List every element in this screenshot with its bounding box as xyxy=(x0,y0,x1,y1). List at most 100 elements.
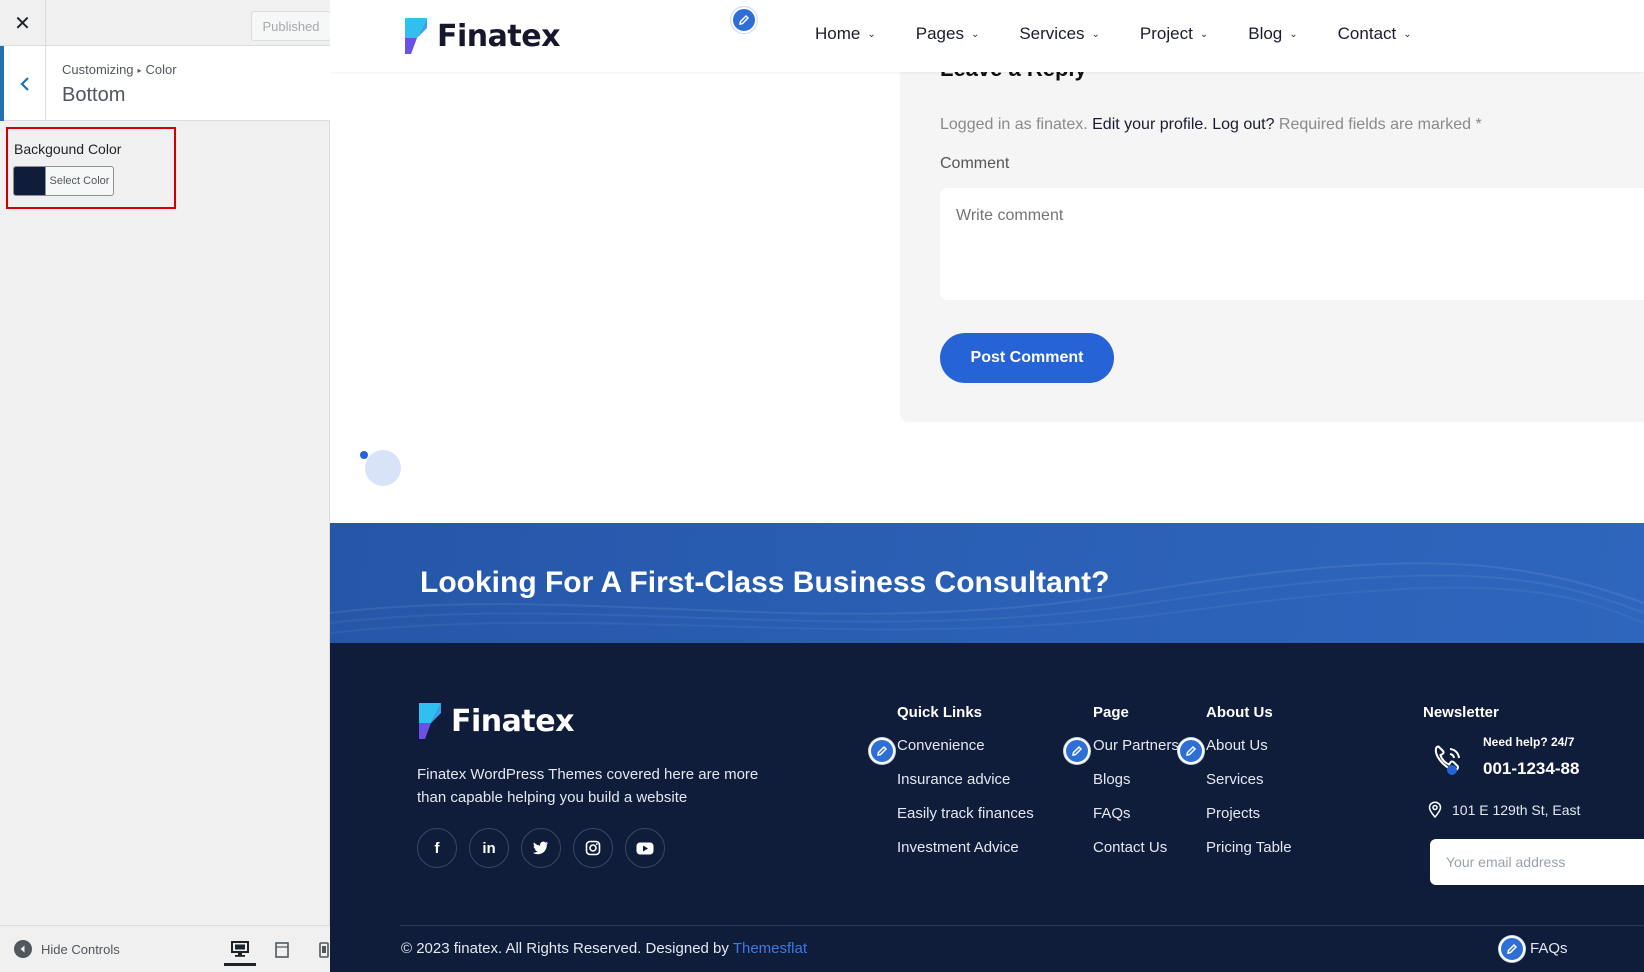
chevron-down-icon: ⌄ xyxy=(1403,28,1412,40)
footer-link[interactable]: Investment Advice xyxy=(897,839,1034,873)
youtube-icon[interactable] xyxy=(625,828,665,868)
breadcrumb-root: Customizing xyxy=(62,62,134,77)
chevron-down-icon: ⌄ xyxy=(1289,28,1298,40)
quick-links-column: Quick Links Convenience Insurance advice… xyxy=(897,704,1034,873)
nav-label: Services xyxy=(1019,24,1085,43)
address-text: 101 E 129th St, East xyxy=(1452,801,1581,818)
loader-indicator xyxy=(365,450,401,486)
footer-link[interactable]: About Us xyxy=(1206,737,1292,771)
required-note: Required fields are marked * xyxy=(1278,116,1482,133)
site-logo[interactable]: Finatex xyxy=(403,16,560,56)
footer-link[interactable]: Pricing Table xyxy=(1206,839,1292,873)
nav-label: Contact xyxy=(1337,24,1397,43)
column-title: Newsletter xyxy=(1423,704,1499,721)
address: 101 E 129th St, East xyxy=(1428,801,1580,818)
column-title: Quick Links xyxy=(897,704,983,721)
nav-item-pages[interactable]: Pages ⌄ xyxy=(916,24,980,44)
edit-profile-link[interactable]: Edit your profile. xyxy=(1092,116,1208,133)
edit-pencil-icon[interactable] xyxy=(731,7,757,33)
nav-item-home[interactable]: Home ⌄ xyxy=(815,24,876,44)
chevron-down-icon: ⌄ xyxy=(970,28,980,40)
nav-item-project[interactable]: Project ⌄ xyxy=(1140,24,1208,44)
logged-in-text: Logged in as finatex. xyxy=(940,116,1088,133)
social-links: f in xyxy=(417,828,677,868)
main-menu: Home ⌄ Pages ⌄ Services ⌄ Project ⌄ Blog ⌄ Co… xyxy=(815,24,1452,44)
chevron-down-icon: ⌄ xyxy=(867,28,876,40)
section-header: Customizing ▸ Color Bottom xyxy=(0,46,330,121)
footer-link[interactable]: Insurance advice xyxy=(897,771,1034,805)
edit-pencil-icon[interactable] xyxy=(869,738,895,764)
nav-label: Project xyxy=(1139,24,1193,43)
comment-textarea[interactable] xyxy=(940,188,1644,300)
footer-link[interactable]: Blogs xyxy=(1093,771,1179,805)
copyright-text: © 2023 finatex. All Rights Reserved. Des… xyxy=(401,940,729,957)
facebook-icon[interactable]: f xyxy=(417,828,457,868)
newsletter-column: Newsletter xyxy=(1423,704,1499,737)
footer-link[interactable]: Contact Us xyxy=(1093,839,1179,873)
footer-link[interactable]: Our Partners xyxy=(1093,737,1179,771)
customizer-sidebar: ✕ Published Customizing ▸ Color Bottom Bac… xyxy=(0,0,331,972)
linkedin-icon[interactable]: in xyxy=(469,828,509,868)
section-title: Bottom xyxy=(62,84,126,106)
edit-pencil-icon[interactable] xyxy=(1064,738,1090,764)
site-preview: Finatex Home ⌄ Pages ⌄ Services ⌄ Project ⌄ … xyxy=(330,0,1644,972)
breadcrumb-separator-icon: ▸ xyxy=(137,66,142,75)
column-title: About Us xyxy=(1206,704,1273,721)
footer-link[interactable]: FAQs xyxy=(1093,805,1179,839)
edit-pencil-icon[interactable] xyxy=(1178,738,1204,764)
close-icon[interactable]: ✕ xyxy=(0,0,46,46)
instagram-icon[interactable] xyxy=(573,828,613,868)
select-color-button[interactable]: Select Color xyxy=(13,166,114,196)
footer-link[interactable]: Convenience xyxy=(897,737,1034,771)
nav-item-services[interactable]: Services ⌄ xyxy=(1019,24,1100,44)
log-out-link[interactable]: Log out? xyxy=(1212,116,1274,133)
logo-icon xyxy=(419,703,441,739)
cta-banner: Looking For A First-Class Business Consu… xyxy=(330,523,1644,643)
breadcrumb: Customizing ▸ Color xyxy=(62,62,177,77)
published-button[interactable]: Published xyxy=(251,11,331,41)
column-title: Page xyxy=(1093,704,1129,721)
edit-pencil-icon[interactable] xyxy=(1499,936,1525,962)
location-pin-icon xyxy=(1428,801,1442,818)
comment-label: Comment xyxy=(940,155,1010,172)
back-icon[interactable] xyxy=(0,46,46,121)
tablet-preview-icon[interactable] xyxy=(266,934,298,966)
phone-icon xyxy=(1434,745,1460,775)
newsletter-email-input[interactable] xyxy=(1430,839,1644,885)
footer-logo[interactable]: Finatex xyxy=(417,701,574,741)
twitter-icon[interactable] xyxy=(521,828,561,868)
footer-divider xyxy=(400,925,1644,926)
nav-item-contact[interactable]: Contact ⌄ xyxy=(1338,24,1412,44)
nav-item-blog[interactable]: Blog ⌄ xyxy=(1248,24,1297,44)
chevron-down-icon: ⌄ xyxy=(1091,28,1100,40)
loader-dot xyxy=(360,451,368,459)
themesflat-link[interactable]: Themesflat xyxy=(733,940,807,957)
footer-faqs-link[interactable]: FAQs xyxy=(1530,940,1568,957)
hide-controls-button[interactable]: Hide Controls xyxy=(14,940,120,958)
customizer-screen: ✕ Published Customizing ▸ Color Bottom Bac… xyxy=(0,0,1644,972)
footer-link[interactable]: Projects xyxy=(1206,805,1292,839)
cta-title: Looking For A First-Class Business Consu… xyxy=(420,566,1110,599)
site-footer: Finatex Finatex WordPress Themes covered… xyxy=(330,643,1644,972)
post-comment-button[interactable]: Post Comment xyxy=(940,333,1114,383)
control-label: Backgound Color xyxy=(14,141,122,157)
logo-icon xyxy=(405,18,427,54)
customizer-topbar: ✕ Published xyxy=(0,0,331,46)
nav-label: Blog xyxy=(1248,24,1283,43)
desktop-preview-icon[interactable] xyxy=(224,934,256,966)
site-header: Finatex Home ⌄ Pages ⌄ Services ⌄ Project ⌄ … xyxy=(330,0,1644,72)
background-color-control: Backgound Color Select Color xyxy=(6,127,176,209)
brand-name: Finatex xyxy=(437,18,560,54)
customizer-footer: Hide Controls xyxy=(0,925,330,972)
hide-controls-label: Hide Controls xyxy=(41,941,120,957)
nav-label: Pages xyxy=(915,24,964,43)
chevron-down-icon: ⌄ xyxy=(1199,28,1209,40)
color-swatch[interactable] xyxy=(14,167,45,195)
breadcrumb-current: Color xyxy=(145,62,177,77)
phone-number[interactable]: 001-1234-88 xyxy=(1483,759,1579,779)
about-column: About Us About Us Services Projects Pric… xyxy=(1206,704,1292,873)
footer-link[interactable]: Services xyxy=(1206,771,1292,805)
footer-link[interactable]: Easily track finances xyxy=(897,805,1034,839)
collapse-icon xyxy=(14,940,32,958)
select-color-label: Select Color xyxy=(45,167,113,195)
